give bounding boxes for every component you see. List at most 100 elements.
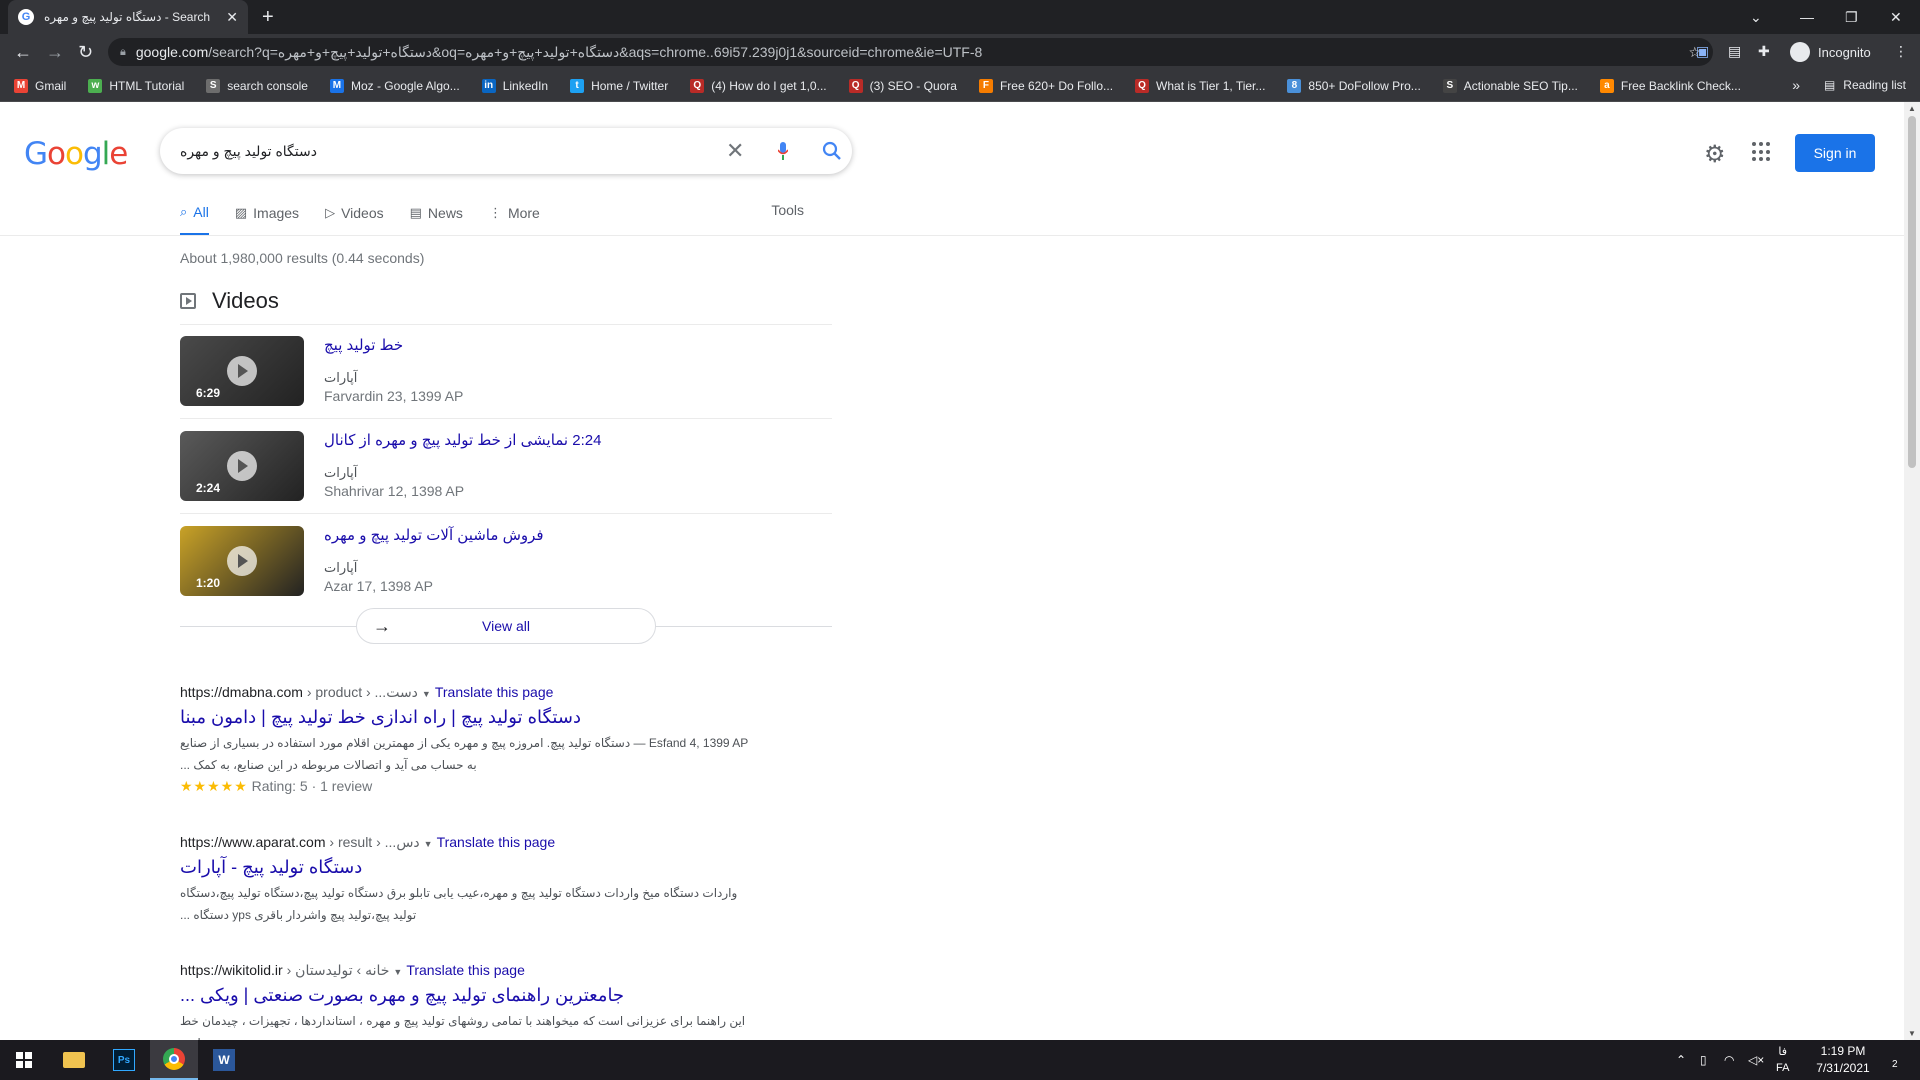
video-title[interactable]: خط تولید پیچ xyxy=(324,336,403,354)
volume-icon[interactable]: ◁× xyxy=(1748,1040,1764,1080)
language-fa-label: فا xyxy=(1778,1046,1788,1058)
result-menu-icon[interactable]: ▼ xyxy=(424,839,433,849)
notifications-icon[interactable]: 2 xyxy=(1882,1040,1898,1080)
bookmark-item[interactable]: Q (3) SEO - Quora xyxy=(848,78,957,93)
taskbar-clock[interactable]: 1:19 PM 7/31/2021 xyxy=(1810,1043,1876,1077)
translate-extension-icon[interactable]: ▣ xyxy=(1696,43,1709,60)
close-window-button[interactable]: ✕ xyxy=(1890,0,1902,34)
news-icon: ▤ xyxy=(409,205,422,220)
bookmark-item[interactable]: w HTML Tutorial xyxy=(88,78,184,93)
bookmark-item[interactable]: t Home / Twitter xyxy=(570,78,669,93)
incognito-profile-button[interactable]: Incognito xyxy=(1790,42,1871,62)
clear-search-icon[interactable]: ✕ xyxy=(726,138,744,164)
forward-icon[interactable]: → xyxy=(46,42,64,63)
quora-icon: Q xyxy=(690,78,705,93)
language-fa-latin-label: FA xyxy=(1776,1062,1790,1074)
search-input[interactable]: دستگاه تولید پیچ و مهره xyxy=(180,143,317,160)
search-icon[interactable] xyxy=(822,141,842,161)
address-bar[interactable]: 🔒︎ google.com /search?q=دستگاه+تولید+پیچ… xyxy=(108,38,1713,66)
tab-all[interactable]: ⌕ All xyxy=(180,202,209,236)
tab-images[interactable]: ▨ Images xyxy=(235,202,299,236)
extension-icon[interactable]: ▤ xyxy=(1728,43,1741,60)
more-bookmarks-icon[interactable]: » xyxy=(1792,77,1800,93)
video-result[interactable]: 1:20 فروش ماشین آلات تولید پیچ و مهره آپار… xyxy=(180,526,832,610)
mic-icon[interactable] xyxy=(778,142,788,160)
scroll-up-icon[interactable]: ▲ xyxy=(1908,104,1916,113)
tab-news[interactable]: ▤ News xyxy=(410,202,463,236)
translate-link[interactable]: Translate this page xyxy=(435,684,554,700)
video-title[interactable]: فروش ماشین آلات تولید پیچ و مهره xyxy=(324,526,544,544)
bookmark-item[interactable]: F Free 620+ Do Follo... xyxy=(978,78,1113,93)
bookmark-item[interactable]: M Gmail xyxy=(14,78,66,93)
lock-icon[interactable]: 🔒︎ xyxy=(120,46,126,59)
bookmark-item[interactable]: Ssearch console xyxy=(206,78,308,93)
battery-icon[interactable]: ▯ xyxy=(1700,1040,1707,1080)
translate-link[interactable]: Translate this page xyxy=(406,962,525,978)
browser-tab[interactable]: G دستگاه تولید پیچ و مهره - Search ✕ xyxy=(8,0,248,34)
minimize-button[interactable]: — xyxy=(1800,0,1814,34)
page-scrollbar[interactable]: ▲ ▼ xyxy=(1904,102,1920,1040)
result-url-line[interactable]: https://wikitolid.ir › خانه › تولیدستان ▼… xyxy=(180,962,840,979)
bookmark-item[interactable]: in LinkedIn xyxy=(481,78,548,93)
word-icon[interactable]: W xyxy=(200,1040,248,1080)
file-explorer-icon[interactable] xyxy=(50,1040,98,1080)
bookmark-item[interactable]: 8 850+ DoFollow Pro... xyxy=(1287,78,1421,93)
tray-overflow-icon[interactable]: ⌃ xyxy=(1676,1040,1686,1080)
reading-list-button[interactable]: ▤ Reading list xyxy=(1824,78,1906,92)
google-apps-icon[interactable] xyxy=(1752,142,1772,162)
bookmark-item[interactable]: Q (4) How do I get 1,0... xyxy=(690,78,827,93)
video-thumbnail[interactable]: 2:24 xyxy=(180,431,304,501)
result-url-line[interactable]: https://www.aparat.com › result › ...دس ▼… xyxy=(180,834,840,851)
tab-more[interactable]: ⋮ More xyxy=(489,202,540,236)
result-title[interactable]: جامعترین راهنمای تولید پیچ و مهره بصورت … xyxy=(180,985,840,1006)
restore-button[interactable]: ❐ xyxy=(1845,0,1858,34)
bookmark-item[interactable]: Q What is Tier 1, Tier... xyxy=(1135,78,1265,93)
photoshop-icon[interactable]: Ps xyxy=(100,1040,148,1080)
tab-search-icon[interactable]: ⌄ xyxy=(1750,0,1762,34)
result-snippet: این راهنما برای عزیزانی است که میخواهند … xyxy=(180,1014,746,1040)
start-button[interactable] xyxy=(0,1040,48,1080)
result-menu-icon[interactable]: ▼ xyxy=(422,689,431,699)
search-tabs: ⌕ All ▨ Images ▷ Videos ▤ News ⋮ More Tools xyxy=(180,202,830,236)
network-icon[interactable]: ◠ xyxy=(1724,1040,1734,1080)
bookmark-item[interactable]: a Free Backlink Check... xyxy=(1599,78,1741,93)
new-tab-button[interactable]: + xyxy=(262,6,274,29)
rating-text: Rating: 5 · 1 review xyxy=(251,778,373,794)
header-divider xyxy=(0,235,1904,236)
videos-icon: ▷ xyxy=(325,205,336,220)
back-icon[interactable]: ← xyxy=(14,42,32,63)
video-thumbnail[interactable]: 1:20 xyxy=(180,526,304,596)
close-tab-icon[interactable]: ✕ xyxy=(226,9,238,26)
result-url-line[interactable]: https://dmabna.com › product › ...دست ▼ Tr… xyxy=(180,684,840,701)
video-source: آپارات xyxy=(324,560,358,575)
tab-label: News xyxy=(427,205,463,221)
bookmark-label: Home / Twitter xyxy=(591,78,669,93)
scrollbar-thumb[interactable] xyxy=(1908,116,1916,468)
browser-menu-icon[interactable]: ⋮ xyxy=(1894,43,1908,60)
extensions-puzzle-icon[interactable]: ✚ xyxy=(1758,43,1770,60)
tools-button[interactable]: Tools xyxy=(771,202,804,230)
translate-link[interactable]: Translate this page xyxy=(437,834,556,850)
video-title[interactable]: 2:24 نمایشی از خط تولید پیچ و مهره از کا… xyxy=(324,431,601,449)
chrome-taskbar-icon[interactable] xyxy=(150,1040,198,1080)
result-title[interactable]: دستگاه تولید پیچ | راه اندازی خط تولید پ… xyxy=(180,707,840,728)
sign-in-button[interactable]: Sign in xyxy=(1795,134,1875,172)
videos-section-heading: Videos xyxy=(180,288,279,314)
language-indicator[interactable]: فا FA xyxy=(1776,1040,1789,1080)
view-all-button[interactable]: → View all xyxy=(356,608,656,644)
search-box[interactable]: دستگاه تولید پیچ و مهره ✕ xyxy=(160,128,852,174)
result-menu-icon[interactable]: ▼ xyxy=(393,967,402,977)
google-logo[interactable]: Google xyxy=(24,136,128,172)
result-title[interactable]: دستگاه تولید پیچ - آپارات xyxy=(180,857,840,878)
search-result: https://www.aparat.com › result › ...دس ▼… xyxy=(180,834,840,926)
video-result[interactable]: 2:24 2:24 نمایشی از خط تولید پیچ و مهره ا… xyxy=(180,431,832,515)
reload-icon[interactable]: ↻ xyxy=(78,42,93,63)
scroll-down-icon[interactable]: ▼ xyxy=(1908,1029,1916,1038)
tab-videos[interactable]: ▷ Videos xyxy=(325,202,384,236)
notification-count: 2 xyxy=(1892,1058,1898,1070)
video-thumbnail[interactable]: 6:29 xyxy=(180,336,304,406)
video-result[interactable]: 6:29 خط تولید پیچ آپارات Farvardin 23, 1399… xyxy=(180,336,832,420)
bookmark-item[interactable]: M Moz - Google Algo... xyxy=(329,78,460,93)
settings-gear-icon[interactable]: ⚙ xyxy=(1704,140,1726,169)
bookmark-item[interactable]: S Actionable SEO Tip... xyxy=(1442,78,1578,93)
